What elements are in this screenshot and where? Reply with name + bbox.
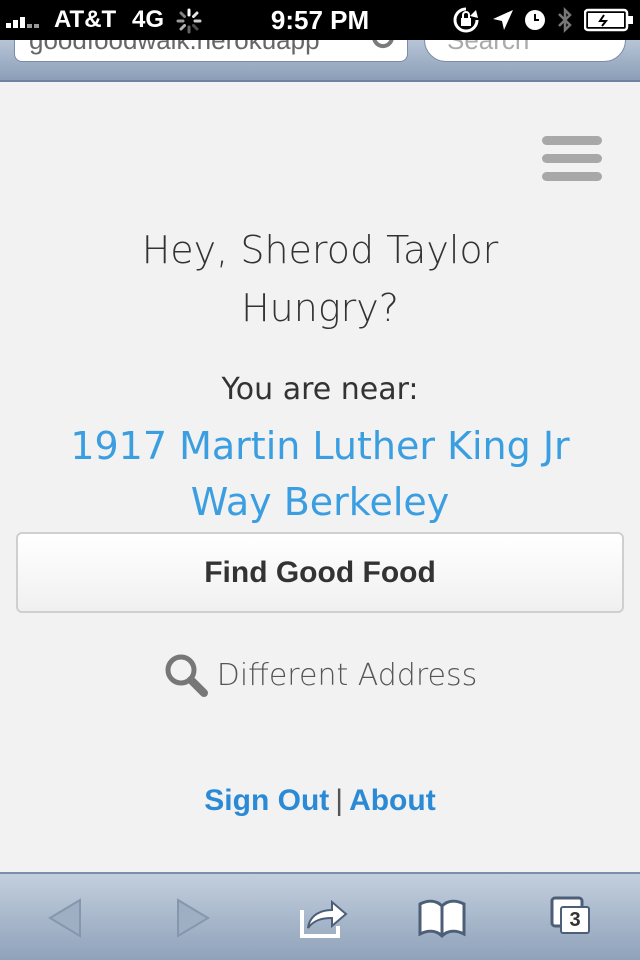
browser-toolbar: 3 (0, 872, 640, 960)
status-bar: AT&T 4G 9:57 PM (0, 0, 640, 40)
location-arrow-icon (493, 10, 513, 30)
footer-separator: | (335, 784, 344, 817)
tabs-button[interactable]: 3 (546, 894, 598, 942)
bookmarks-book-icon[interactable] (416, 894, 468, 942)
search-field[interactable]: Search (424, 40, 626, 62)
url-field[interactable]: goodfoodwalk.herokuapp (14, 40, 408, 62)
reload-icon[interactable] (368, 40, 398, 52)
about-link[interactable]: About (349, 784, 436, 817)
greeting-name: Hey, Sherod Taylor (141, 228, 499, 272)
sign-out-link[interactable]: Sign Out (204, 784, 329, 817)
current-address[interactable]: 1917 Martin Luther King Jr Way Berkeley (30, 418, 610, 530)
back-arrow-icon[interactable] (40, 894, 92, 942)
rotation-lock-icon (453, 7, 479, 33)
forward-arrow-icon[interactable] (166, 894, 218, 942)
different-address-label: Different Address (216, 657, 478, 693)
find-good-food-button[interactable]: Find Good Food (16, 532, 624, 613)
tabs-count-badge: 3 (560, 906, 590, 934)
different-address-link[interactable]: Different Address (0, 652, 640, 698)
footer-links: Sign Out | About (0, 784, 640, 818)
bluetooth-icon (558, 6, 572, 34)
search-icon (165, 654, 208, 697)
alarm-clock-icon (525, 10, 545, 30)
share-icon[interactable] (298, 894, 350, 942)
page-content: Hey, Sherod Taylor Hungry? You are near:… (0, 82, 640, 872)
greeting-question: Hungry? (241, 286, 399, 330)
near-label: You are near: (221, 372, 419, 407)
battery-icon (584, 8, 633, 32)
browser-address-bar: goodfoodwalk.herokuapp Search (0, 40, 640, 82)
hamburger-menu-icon[interactable] (542, 136, 602, 184)
